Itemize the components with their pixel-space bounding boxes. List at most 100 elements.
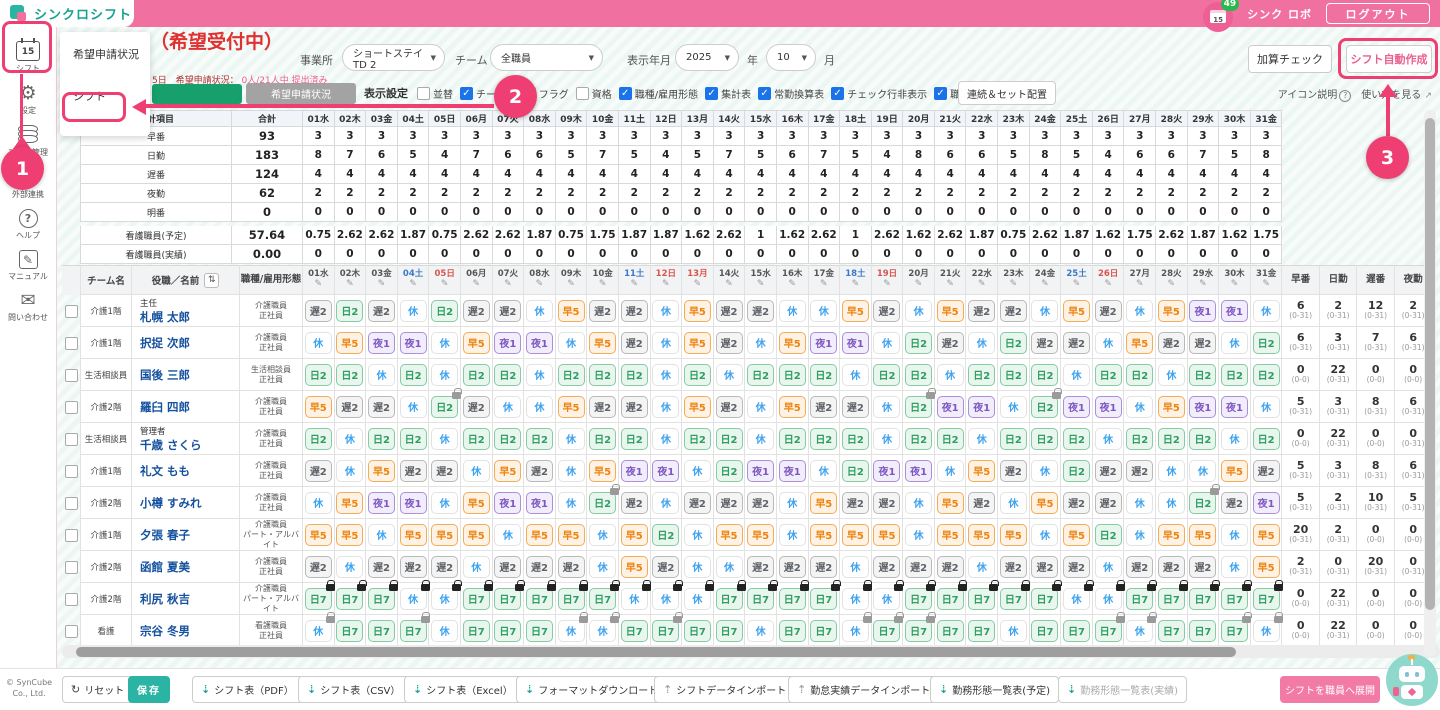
shift-chip[interactable]: 早5 [526,524,553,546]
shift-chip[interactable]: 遅2 [716,492,743,514]
shift-cell[interactable]: 日2 [461,359,493,391]
shift-chip[interactable]: 早5 [589,332,616,354]
shift-cell[interactable]: 休 [429,359,461,391]
grid-date-header[interactable]: 27月✎ [1124,265,1156,295]
shift-chip[interactable]: 遅2 [463,300,490,322]
shift-cell[interactable]: 休 [429,615,461,647]
shift-cell[interactable]: 夜1 [366,327,398,359]
shift-chip[interactable]: 遅2 [305,300,332,322]
shift-tab-active[interactable] [152,84,242,104]
shift-cell[interactable]: 早5 [809,519,841,551]
shift-cell[interactable]: 日7 [714,583,746,615]
request-status-button[interactable]: 希望申請状況 [246,83,356,104]
shift-chip[interactable]: 休 [1095,332,1122,354]
shift-cell[interactable]: 休 [903,295,935,327]
shift-cell[interactable]: 日2 [1188,359,1220,391]
shift-chip[interactable]: 休 [905,492,932,514]
shift-chip[interactable]: 日2 [1031,396,1058,418]
shift-cell[interactable]: 遅2 [872,487,904,519]
shift-cell[interactable]: 遅2 [587,391,619,423]
shift-cell[interactable]: 早5 [366,455,398,487]
shift-cell[interactable]: 休 [429,583,461,615]
shift-chip[interactable]: 日7 [810,620,837,642]
shift-cell[interactable]: 遅2 [335,391,367,423]
shift-chip[interactable]: 休 [589,524,616,546]
shift-cell[interactable]: 休 [714,359,746,391]
shift-cell[interactable]: 遅2 [777,551,809,583]
shift-cell[interactable]: 休 [809,295,841,327]
grid-date-header[interactable]: 15水✎ [745,265,777,295]
pencil-icon[interactable]: ✎ [852,280,860,290]
shift-cell[interactable]: 遅2 [809,391,841,423]
shift-cell[interactable]: 日7 [777,615,809,647]
shift-cell[interactable]: 早5 [461,327,493,359]
shift-chip[interactable]: 日2 [1189,492,1216,514]
shift-chip[interactable]: 夜1 [652,460,679,482]
shift-chip[interactable]: 日7 [716,620,743,642]
shift-cell[interactable]: 日2 [366,423,398,455]
pencil-icon[interactable]: ✎ [1168,280,1176,290]
shift-chip[interactable]: 日2 [905,396,932,418]
shift-chip[interactable]: 日7 [937,620,964,642]
shift-cell[interactable]: 休 [1251,391,1283,423]
shift-chip[interactable]: 遅2 [1221,492,1248,514]
bottom-button-3[interactable]: ⇣シフト表（CSV） [298,676,409,703]
shift-cell[interactable]: 日2 [1124,359,1156,391]
shift-chip[interactable]: 遅2 [937,332,964,354]
shift-chip[interactable]: 夜1 [1189,300,1216,322]
employee-name-cell[interactable]: 小樽 すみれ [132,487,240,519]
shift-chip[interactable]: 休 [873,332,900,354]
shift-cell[interactable]: 夜1 [872,455,904,487]
shift-chip[interactable]: 休 [873,588,900,610]
shift-chip[interactable]: 日7 [336,620,363,642]
pencil-icon[interactable]: ✎ [662,280,670,290]
shift-chip[interactable]: 日2 [463,364,490,386]
shift-chip[interactable]: 休 [558,460,585,482]
shift-chip[interactable]: 日7 [1189,588,1216,610]
shift-chip[interactable]: 遅2 [621,396,648,418]
shift-chip[interactable]: 日7 [1158,588,1185,610]
shift-cell[interactable]: 日2 [619,359,651,391]
shift-cell[interactable]: 夜1 [398,327,430,359]
shift-chip[interactable]: 早5 [463,492,490,514]
shift-cell[interactable]: 休 [1093,551,1125,583]
shift-cell[interactable]: 遅2 [429,455,461,487]
shift-chip[interactable]: 日2 [779,364,806,386]
shift-cell[interactable]: 日7 [1188,583,1220,615]
shift-chip[interactable]: 休 [431,492,458,514]
shift-chip[interactable]: 日7 [494,588,521,610]
grid-date-header[interactable]: 31金✎ [1251,265,1283,295]
shift-cell[interactable]: 休 [903,487,935,519]
pencil-icon[interactable]: ✎ [788,280,796,290]
shift-chip[interactable]: 休 [779,492,806,514]
shift-cell[interactable]: 早5 [682,295,714,327]
shift-cell[interactable]: 休 [777,487,809,519]
shift-cell[interactable]: 早5 [303,391,335,423]
shift-robot-icon[interactable]: 15 49 [1203,2,1233,32]
shift-chip[interactable]: 早5 [716,524,743,546]
shift-cell[interactable]: 休 [1124,295,1156,327]
shift-cell[interactable]: 日2 [714,455,746,487]
shift-cell[interactable]: 休 [651,423,683,455]
shift-cell[interactable]: 遅2 [745,295,777,327]
shift-cell[interactable]: 早5 [966,519,998,551]
shift-cell[interactable]: 早5 [1030,487,1062,519]
pencil-icon[interactable]: ✎ [915,280,923,290]
continuous-set-button[interactable]: 連続＆セット配置 [958,81,1056,105]
shift-cell[interactable]: 休 [335,423,367,455]
shift-chip[interactable]: 早5 [1158,396,1185,418]
shift-chip[interactable]: 遅2 [1000,300,1027,322]
shift-cell[interactable]: 休 [1030,295,1062,327]
shift-cell[interactable]: 早5 [1156,519,1188,551]
shift-cell[interactable]: 休 [682,519,714,551]
shift-cell[interactable]: 遅2 [1156,327,1188,359]
shift-cell[interactable]: 日7 [366,615,398,647]
shift-chip[interactable]: 休 [589,556,616,578]
shift-cell[interactable]: 遅2 [745,487,777,519]
shift-chip[interactable]: 日7 [905,588,932,610]
shift-chip[interactable]: 遅2 [684,492,711,514]
shift-chip[interactable]: 休 [305,332,332,354]
shift-chip[interactable]: 休 [400,396,427,418]
row-checkbox[interactable] [65,465,78,478]
shift-chip[interactable]: 休 [558,428,585,450]
